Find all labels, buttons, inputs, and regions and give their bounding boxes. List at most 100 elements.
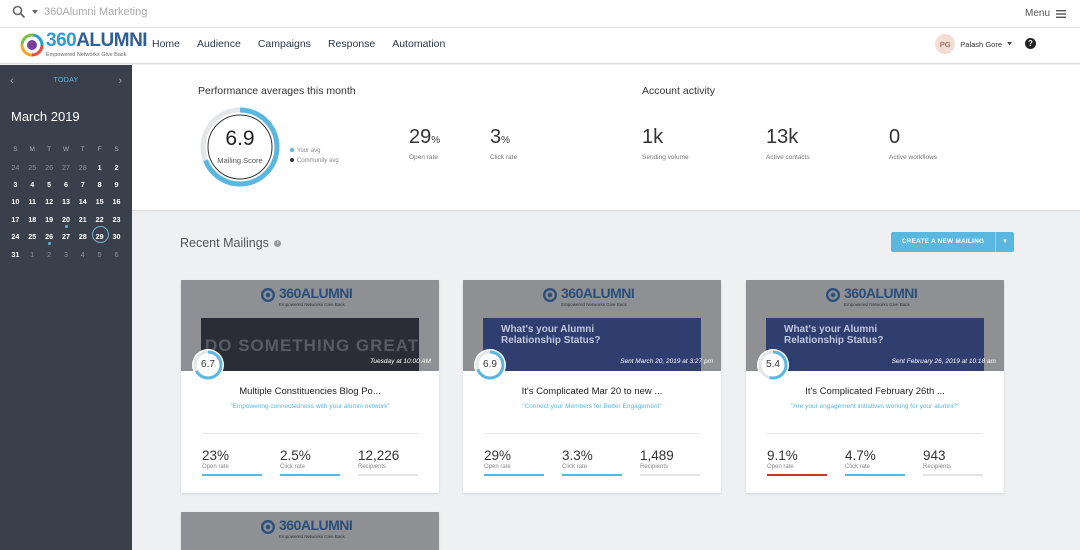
calendar-day[interactable]: 10 [7, 197, 24, 206]
calendar-day[interactable]: 1 [91, 163, 108, 172]
calendar-day-selected[interactable]: 29 [91, 226, 110, 244]
calendar-day[interactable]: 1 [24, 250, 41, 259]
calendar-day[interactable]: 27 [58, 163, 75, 172]
search-control[interactable]: 360Alumni Marketing [12, 5, 147, 19]
nav-campaigns[interactable]: Campaigns [258, 38, 311, 50]
search-input[interactable]: 360Alumni Marketing [44, 6, 147, 18]
logo-swirl-icon [826, 288, 840, 302]
card-open-rate-value: 23% [202, 448, 230, 463]
logo-swirl-icon [20, 33, 44, 57]
card-recipients: 1,489 Recipients [640, 448, 700, 476]
thumbnail-logo: 360ALUMNI Empowered Networks Give Back [261, 517, 361, 540]
chevron-right-icon[interactable]: › [118, 75, 122, 87]
create-mailing-label[interactable]: CREATE A NEW MAILING [891, 232, 995, 252]
nav-home[interactable]: Home [152, 38, 180, 50]
thumbnail-logo: 360ALUMNI Empowered Networks Give Back [261, 285, 361, 308]
info-icon[interactable]: i [274, 240, 282, 248]
mailing-subject: "Connect your Members for Better Engagem… [522, 403, 662, 410]
calendar-day[interactable]: 20 [58, 215, 75, 228]
menu-button[interactable]: Menu [1025, 8, 1066, 19]
open-rate-label: Open rate [409, 154, 438, 161]
calendar-day[interactable]: 24 [7, 232, 24, 241]
avatar[interactable]: PG [935, 34, 956, 54]
active-workflows-metric: 0 Active workflows [889, 126, 937, 161]
calendar-day[interactable]: 28 [74, 163, 91, 172]
calendar-day[interactable]: 12 [41, 197, 58, 206]
calendar-day[interactable]: 6 [108, 250, 125, 259]
calendar-day[interactable]: 5 [91, 250, 108, 259]
calendar-day[interactable]: 3 [7, 180, 24, 189]
mailing-card[interactable]: 360ALUMNI Empowered Networks Give Back [181, 512, 439, 550]
chevron-down-icon[interactable] [32, 9, 38, 15]
calendar-day[interactable]: 31 [7, 250, 24, 259]
calendar-day[interactable]: 13 [58, 197, 75, 206]
calendar-day[interactable]: 19 [41, 215, 58, 224]
calendar-day[interactable]: 3 [58, 250, 75, 259]
mailing-title[interactable]: Multiple Constituencies Blog Po... [181, 386, 439, 397]
hamburger-icon [1056, 9, 1066, 18]
mailing-score: 6.7 [201, 359, 215, 370]
mailing-card[interactable]: 360ALUMNI Empowered Networks Give Back W… [746, 280, 1004, 493]
nav-audience[interactable]: Audience [197, 38, 241, 50]
calendar-day[interactable]: 7 [74, 180, 91, 189]
card-open-rate-value: 9.1% [767, 448, 798, 463]
help-icon[interactable]: ? [1025, 38, 1036, 49]
user-name[interactable]: Palash Gore [960, 40, 1002, 49]
brand-logo[interactable]: 360ALUMNI Empowered Networks Give Back [20, 30, 148, 62]
mailing-title[interactable]: It's Complicated February 26th ... [746, 386, 1004, 397]
mailing-title[interactable]: It's Complicated Mar 20 to new ... [463, 386, 721, 397]
calendar-day[interactable]: 26 [41, 163, 58, 172]
calendar-day[interactable]: 28 [74, 232, 91, 241]
calendar-day[interactable]: 25 [24, 163, 41, 172]
calendar-day[interactable]: 18 [24, 215, 41, 224]
active-workflows-value: 0 [889, 126, 901, 148]
nav-items: Home Audience Campaigns Response Automat… [152, 38, 462, 50]
today-button[interactable]: TODAY [0, 77, 132, 84]
mailing-sent-time: Sent March 20, 2019 at 3:27 pm [620, 358, 713, 365]
card-recipients: 943 Recipients [923, 448, 983, 476]
calendar-day[interactable]: 2 [41, 250, 58, 259]
mailing-card[interactable]: 360ALUMNI Empowered Networks Give Back W… [463, 280, 721, 493]
calendar-day[interactable]: 4 [74, 250, 91, 259]
calendar-day[interactable]: 14 [74, 197, 91, 206]
card-click-rate: 4.7% Click rate [845, 448, 905, 476]
calendar-day[interactable]: 21 [74, 215, 91, 224]
card-open-rate-label: Open rate [767, 464, 794, 470]
chevron-down-icon[interactable] [1007, 42, 1012, 46]
calendar-day[interactable]: 25 [24, 232, 41, 241]
calendar-day[interactable]: 6 [58, 180, 75, 189]
calendar-day[interactable]: 22 [91, 215, 108, 224]
calendar-day[interactable]: 9 [108, 180, 125, 189]
user-menu[interactable]: PG Palash Gore [935, 34, 1012, 54]
active-workflows-label: Active workflows [889, 154, 938, 161]
calendar-week: 24 25 26 27 28 29 30 [7, 226, 125, 246]
nav-automation[interactable]: Automation [392, 38, 445, 50]
thumbnail-tagline: Empowered Networks Give Back [279, 302, 345, 307]
mailing-subject: "Empowering connectedness with your alum… [230, 403, 390, 410]
mailing-score: 5.4 [766, 359, 780, 370]
mailing-thumbnail[interactable]: 360ALUMNI Empowered Networks Give Back [181, 512, 439, 550]
search-icon[interactable] [12, 5, 26, 19]
calendar-day[interactable]: 11 [24, 197, 41, 206]
calendar-day[interactable]: 24 [7, 163, 24, 172]
calendar-day[interactable]: 4 [24, 180, 41, 189]
calendar-day[interactable]: 5 [41, 180, 58, 189]
thumbnail-brand: 360ALUMNI [561, 285, 635, 301]
calendar-day[interactable]: 16 [108, 197, 125, 206]
calendar-day[interactable]: 27 [58, 232, 75, 241]
calendar-day[interactable]: 8 [91, 180, 108, 189]
calendar-day[interactable]: 26 [41, 232, 58, 246]
mailing-card[interactable]: 360ALUMNI Empowered Networks Give Back D… [181, 280, 439, 493]
calendar-day[interactable]: 23 [108, 215, 125, 224]
create-mailing-button[interactable]: CREATE A NEW MAILING ▾ [891, 232, 1014, 252]
chevron-down-icon[interactable]: ▾ [995, 232, 1014, 252]
calendar-day[interactable]: 15 [91, 197, 108, 206]
mailing-score: 6.9 [483, 359, 497, 370]
calendar-grid: S M T W T F S 24 25 26 27 28 1 2 3 4 5 6… [7, 141, 125, 263]
nav-response[interactable]: Response [328, 38, 375, 50]
calendar-day[interactable]: 30 [108, 232, 125, 241]
mailing-score-badge: 6.7 [192, 349, 224, 381]
calendar-day[interactable]: 2 [108, 163, 125, 172]
calendar-day[interactable]: 17 [7, 215, 24, 224]
thumbnail-logo: 360ALUMNI Empowered Networks Give Back [826, 285, 926, 308]
